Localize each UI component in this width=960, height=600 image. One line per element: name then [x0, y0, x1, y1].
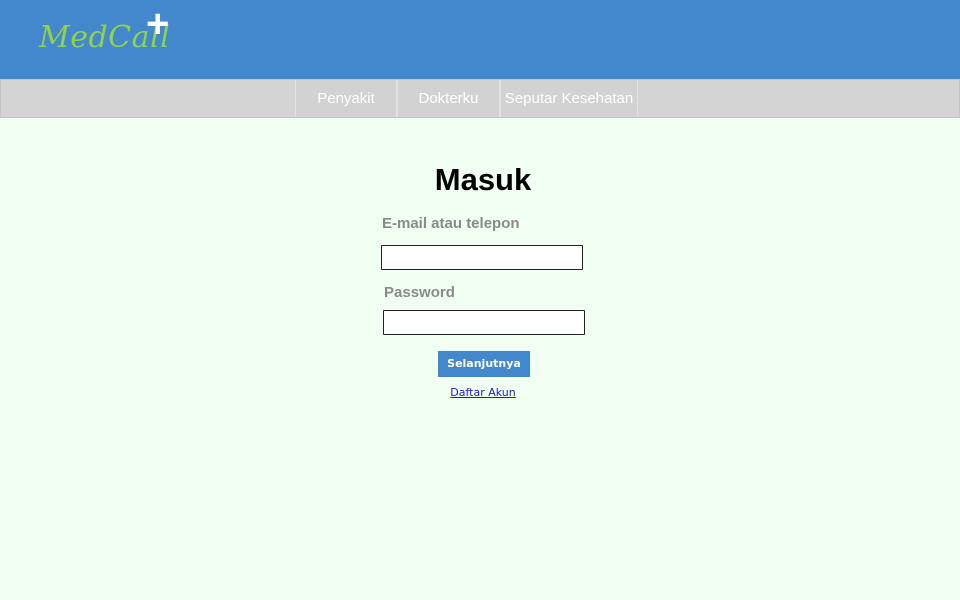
next-button[interactable]: Selanjutnya	[438, 351, 530, 377]
nav-bar: Penyakit Dokterku Seputar Kesehatan	[0, 79, 960, 118]
password-field[interactable]	[383, 310, 585, 335]
app-header: MedCall +	[0, 0, 960, 79]
nav-item-dokterku[interactable]: Dokterku	[397, 80, 500, 117]
nav-item-seputar-kesehatan[interactable]: Seputar Kesehatan	[500, 80, 638, 117]
nav-item-penyakit[interactable]: Penyakit	[295, 80, 397, 117]
register-link: Daftar Akun	[0, 386, 960, 399]
register-link-text[interactable]: Daftar Akun	[450, 386, 515, 399]
email-label: E-mail atau telepon	[382, 215, 520, 232]
email-field[interactable]	[381, 245, 583, 270]
password-label: Password	[384, 284, 455, 301]
page-title: Masuk	[434, 162, 532, 197]
plus-icon: +	[146, 2, 170, 46]
